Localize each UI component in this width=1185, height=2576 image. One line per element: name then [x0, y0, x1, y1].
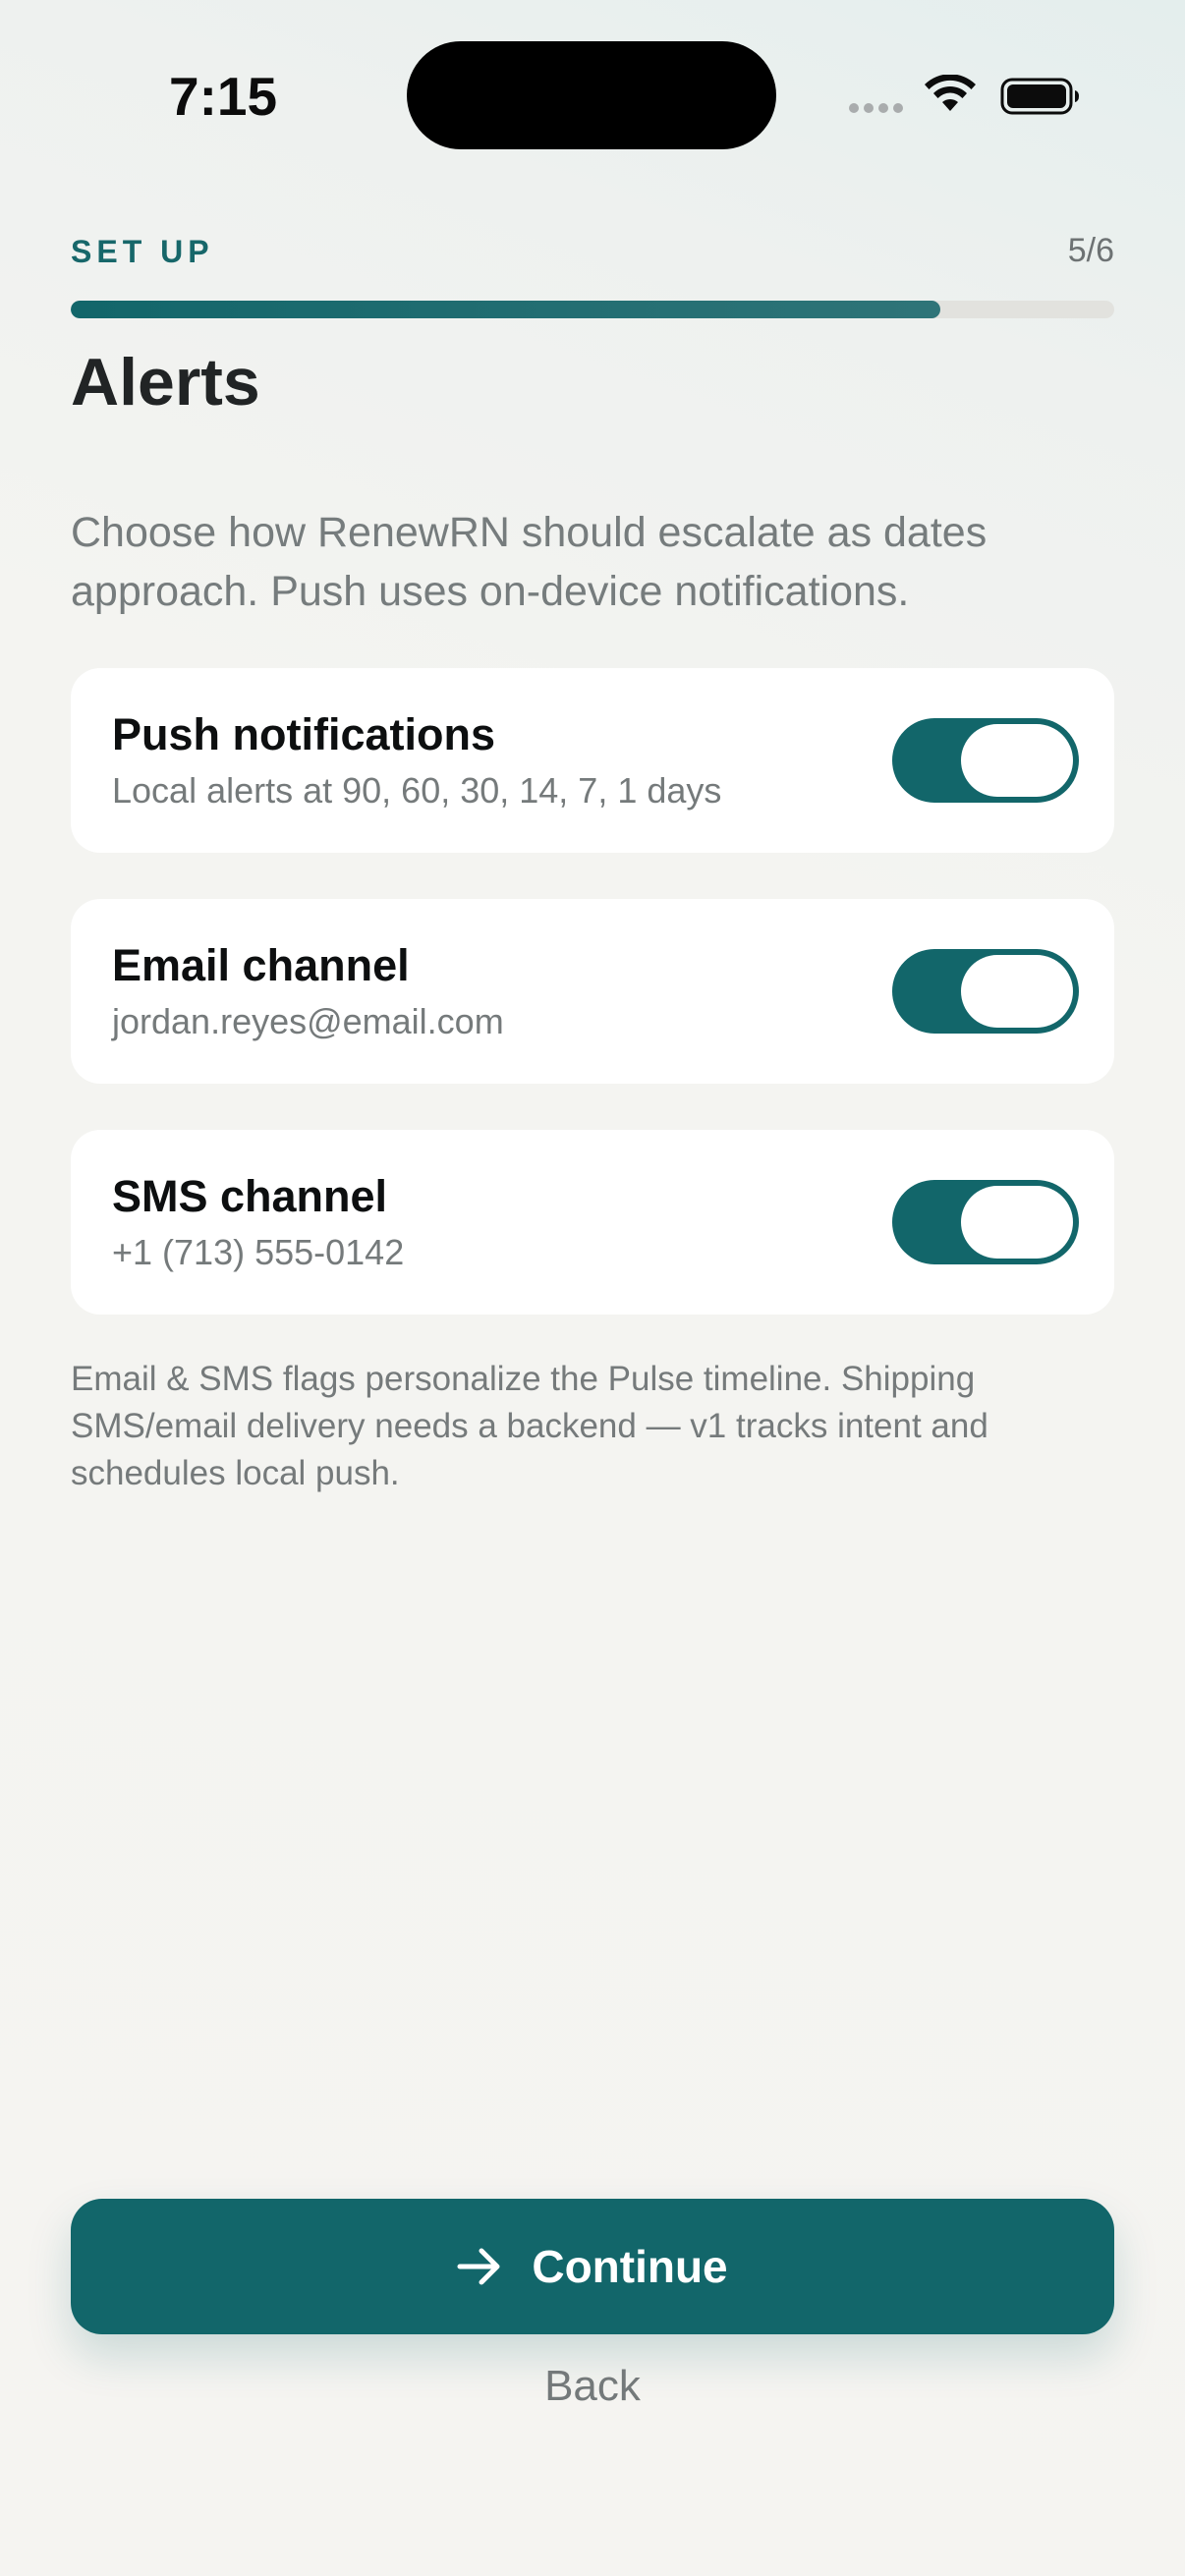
progress-bar-fill	[71, 301, 940, 318]
push-notifications-subtitle: Local alerts at 90, 60, 30, 14, 7, 1 day…	[112, 770, 722, 811]
status-bar: 7:15	[0, 0, 1185, 196]
step-label: SET UP	[71, 234, 214, 269]
email-channel-subtitle: jordan.reyes@email.com	[112, 1001, 504, 1041]
push-notifications-title: Push notifications	[112, 709, 496, 759]
status-time: 7:15	[169, 66, 278, 127]
email-channel-toggle[interactable]	[892, 949, 1079, 1034]
page-title: Alerts	[71, 345, 260, 420]
toggle-knob	[961, 955, 1073, 1028]
continue-label: Continue	[532, 2241, 728, 2292]
push-notifications-toggle[interactable]	[892, 718, 1079, 803]
wifi-icon	[925, 75, 976, 111]
signal-dots-icon	[849, 103, 903, 113]
email-channel-title: Email channel	[112, 940, 410, 990]
continue-button[interactable]: Continue	[71, 2199, 1114, 2334]
push-notifications-card: Push notifications Local alerts at 90, 6…	[71, 668, 1114, 853]
sms-channel-card: SMS channel +1 (713) 555-0142	[71, 1130, 1114, 1315]
toggle-knob	[961, 724, 1073, 797]
intro-text: Choose how RenewRN should escalate as da…	[71, 509, 988, 615]
arrow-right-icon	[457, 2248, 500, 2285]
toggle-knob	[961, 1186, 1073, 1259]
back-button[interactable]: Back	[0, 2362, 1185, 2411]
battery-icon	[1000, 78, 1079, 115]
footnote: Email & SMS flags personalize the Pulse …	[71, 1360, 988, 1492]
progress-bar	[71, 301, 1114, 318]
step-count: 5/6	[1067, 232, 1114, 269]
email-channel-card: Email channel jordan.reyes@email.com	[71, 899, 1114, 1084]
sms-channel-toggle[interactable]	[892, 1180, 1079, 1264]
sms-channel-title: SMS channel	[112, 1171, 388, 1221]
sms-channel-subtitle: +1 (713) 555-0142	[112, 1232, 405, 1272]
dynamic-island	[407, 41, 776, 149]
